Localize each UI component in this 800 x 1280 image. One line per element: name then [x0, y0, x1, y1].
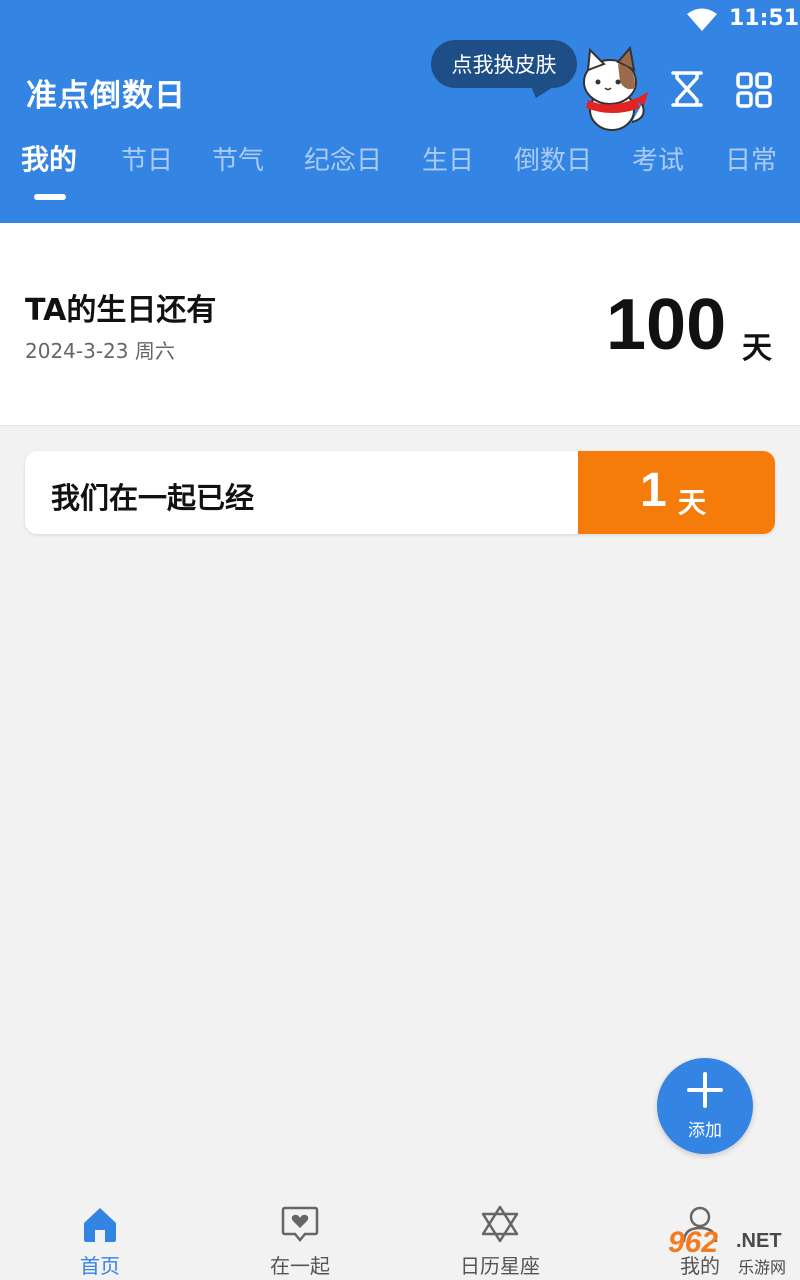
hourglass-icon[interactable]: [670, 70, 704, 108]
tab-mine[interactable]: 我的: [21, 138, 77, 178]
home-icon: [84, 1208, 116, 1242]
watermark-net: .NET: [736, 1230, 782, 1252]
wifi-icon: [687, 8, 717, 31]
status-time: 11:51: [729, 6, 800, 31]
watermark-text: 乐游网: [738, 1258, 787, 1277]
event-title: 我们在一起已经: [51, 481, 255, 515]
nav-label: 在一起: [270, 1254, 330, 1278]
featured-day-count: 100: [606, 285, 727, 365]
tab-solar-terms[interactable]: 节气: [212, 140, 264, 177]
tab-exam[interactable]: 考试: [632, 140, 684, 177]
tab-anniversary[interactable]: 纪念日: [304, 140, 382, 177]
watermark-number: 962: [668, 1226, 719, 1259]
featured-countdown-card[interactable]: TA的生日还有 2024-3-23 周六 100 天: [0, 223, 800, 426]
status-bar: 11:51: [0, 0, 800, 42]
add-event-button[interactable]: 添加: [657, 1058, 753, 1154]
event-list-item[interactable]: 我们在一起已经 1 天: [25, 451, 775, 534]
featured-day-unit: 天: [742, 331, 772, 366]
change-skin-button[interactable]: 点我换皮肤: [431, 40, 577, 88]
tab-daily[interactable]: 日常: [725, 140, 777, 177]
event-day-count: 1: [640, 464, 667, 517]
app-title: 准点倒数日: [26, 78, 186, 114]
featured-event-title: TA的生日还有: [25, 293, 217, 328]
nav-label: 日历星座: [460, 1254, 540, 1278]
category-tabs: 我的 节日 节气 纪念日 生日 倒数日 考试 日常: [0, 140, 800, 200]
nav-together[interactable]: 在一起: [200, 1192, 400, 1280]
event-day-unit: 天: [678, 486, 707, 519]
nav-label: 首页: [80, 1254, 120, 1278]
grid-menu-icon[interactable]: [736, 72, 772, 108]
plus-icon: [687, 1072, 723, 1108]
heart-chat-icon: [281, 1206, 319, 1242]
tab-birthday[interactable]: 生日: [422, 140, 474, 177]
tab-holidays[interactable]: 节日: [121, 140, 173, 177]
add-button-label: 添加: [688, 1121, 722, 1141]
event-count-badge: 1 天: [578, 451, 775, 534]
cat-mascot-icon[interactable]: [578, 44, 650, 134]
bubble-tail: [530, 84, 558, 98]
app-header: 11:51 准点倒数日 点我换皮肤 我的 节日 节气 纪念日 生日 倒数日 考试…: [0, 0, 800, 223]
star-of-david-icon: [481, 1205, 519, 1243]
tab-countdown[interactable]: 倒数日: [514, 140, 592, 177]
site-watermark: 962 .NET 乐游网: [666, 1226, 796, 1277]
active-tab-indicator: [34, 194, 66, 200]
featured-event-date: 2024-3-23 周六: [25, 339, 175, 363]
nav-home[interactable]: 首页: [0, 1192, 200, 1280]
nav-calendar-zodiac[interactable]: 日历星座: [400, 1192, 600, 1280]
